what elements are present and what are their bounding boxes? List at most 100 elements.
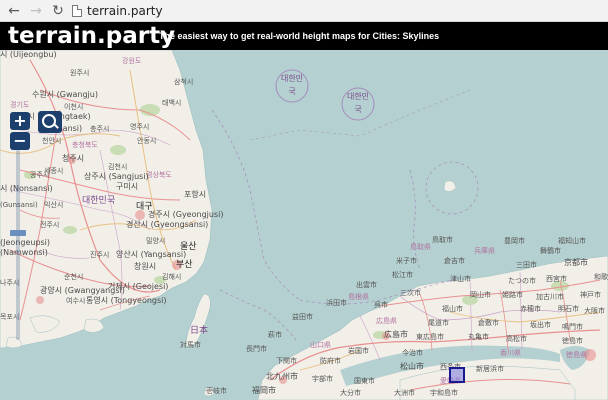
map-label: 防府市 <box>320 357 341 365</box>
map-label: 삼척시 <box>174 78 194 86</box>
zoom-out-button[interactable]: − <box>10 132 30 150</box>
map-label: 益田市 <box>292 313 313 321</box>
map-label: 出雲市 <box>356 281 377 289</box>
map-label: 창원시 <box>134 262 157 271</box>
map-label: 경기도 <box>10 101 30 109</box>
map-label: 広島県 <box>376 317 397 325</box>
map-label: 진주시 <box>90 251 110 259</box>
map-label: 倉敷市 <box>478 319 499 327</box>
address-bar[interactable]: terrain.party <box>87 3 163 19</box>
map-label: 日本 <box>190 326 209 336</box>
map-label: 広島市 <box>384 330 408 339</box>
map-label: 시 (Uijeongbu) <box>0 50 57 59</box>
map-label: 大洲市 <box>394 389 415 397</box>
map-label: 坂出市 <box>530 321 551 329</box>
map-label: 赤穂市 <box>520 305 541 313</box>
map-label: 香川県 <box>500 349 521 357</box>
map-label: 新居浜市 <box>476 365 504 373</box>
reload-icon[interactable]: ↻ <box>50 3 66 19</box>
map-label: 国東市 <box>354 377 375 385</box>
zoom-slider-handle[interactable] <box>10 230 26 236</box>
map-label: 壱岐市 <box>206 387 227 395</box>
map-label: 松江市 <box>392 271 413 279</box>
site-header: terrain.party The easiest way to get rea… <box>0 22 608 50</box>
map-label: 강원도 <box>122 57 142 65</box>
map-label: 익산시 <box>44 201 64 209</box>
map-label: 呉市 <box>374 301 388 309</box>
map-label: 영주시 <box>130 123 150 131</box>
search-button[interactable] <box>38 111 62 133</box>
map-label: 明石市 <box>558 305 579 313</box>
map-label: 태백시 <box>162 99 182 107</box>
map-label: 鳥取県 <box>410 243 431 251</box>
map-label: 北九州市 <box>266 372 298 381</box>
map-label: 松山市 <box>400 362 424 371</box>
map-label: 大阪市 <box>584 307 605 315</box>
map-label: 米子市 <box>396 257 417 265</box>
map-label: 和歌山市 <box>594 273 608 281</box>
map-label: 岡山市 <box>470 291 491 299</box>
map-label: 西宮市 <box>546 275 567 283</box>
map-label: 충청북도 <box>72 141 98 149</box>
map-label: 高松市 <box>506 335 527 343</box>
zoom-slider[interactable] <box>8 150 28 340</box>
arrow-right-icon[interactable]: → <box>28 3 44 19</box>
map-label: 김해시 <box>162 273 182 281</box>
map-label: 순천시 <box>64 273 84 281</box>
page-icon <box>72 5 82 17</box>
map-label: 수원시 (Gwangju) <box>32 90 98 99</box>
map-label: 청주시 <box>62 154 85 163</box>
map-label: 今治市 <box>402 349 423 357</box>
map-label: たつの市 <box>508 277 536 285</box>
map-label: 福山市 <box>442 305 463 313</box>
map-label: 徳島県 <box>566 351 587 359</box>
map-label: 대한민국 <box>280 74 304 96</box>
map-label: 加古川市 <box>536 293 564 301</box>
map-label: 鳥取市 <box>432 236 453 244</box>
map-label: 尾道市 <box>428 319 449 327</box>
map-label: 여수시 <box>66 297 86 305</box>
map-label: 東広島市 <box>416 333 444 341</box>
map-canvas[interactable]: 시 (Uijeongbu) 강원도 원주시 삼척시 수원시 (Gwangju) … <box>0 50 608 400</box>
map-label: 下関市 <box>276 357 297 365</box>
map-label: 전주시 <box>40 221 60 229</box>
map-label: 宇部市 <box>312 375 333 383</box>
map-label: 島根県 <box>348 293 369 301</box>
map-label: 豊岡市 <box>504 237 525 245</box>
map-label: 福岡市 <box>252 386 276 395</box>
map-label: 京都市 <box>564 258 588 267</box>
map-label: 경산시 (Gyeongsansi) <box>126 220 209 229</box>
map-label: 山口県 <box>310 341 331 349</box>
browser-toolbar: ← → ↻ terrain.party <box>0 0 608 22</box>
map-label: 姫路市 <box>502 291 523 299</box>
map-label: 거제시 (Geojesi) <box>108 282 169 291</box>
map-label: 三田市 <box>516 261 537 269</box>
map-label: 兵庫県 <box>474 247 495 255</box>
site-logo[interactable]: terrain.party <box>8 22 175 50</box>
map-label: 안동시 <box>137 137 157 145</box>
selection-box[interactable] <box>449 367 465 383</box>
zoom-in-button[interactable]: + <box>10 112 30 130</box>
map-label: 浜田市 <box>326 299 347 307</box>
map-label: 양산시 (Yangsansi) <box>116 250 187 259</box>
map-label: 丸亀市 <box>468 333 489 341</box>
map-label: 岩国市 <box>348 347 369 355</box>
site-tagline: The easiest way to get real-world height… <box>159 31 440 41</box>
map-label: 상주시 (Sangjusi) <box>84 172 149 181</box>
map-label: 밀양시 <box>146 237 166 245</box>
map-label: 구미시 <box>116 182 139 191</box>
map-label: 徳島市 <box>562 337 583 345</box>
map-label: 원주시 <box>70 69 90 77</box>
map-label: 対馬市 <box>180 341 201 349</box>
map-label: 경주시 (Gyeongjusi) <box>148 210 224 219</box>
map-label: 통영시 (Tongyeongsi) <box>86 296 167 305</box>
map-label: 김천시 <box>108 163 128 171</box>
map-label: 대한민국 <box>346 92 370 114</box>
map-label: 천안시 <box>42 137 62 145</box>
map-label: 三次市 <box>400 289 421 297</box>
map-label: 공주시 <box>30 171 50 179</box>
map-label: 大分市 <box>340 389 361 397</box>
zoom-slider-track <box>16 150 20 340</box>
arrow-left-icon[interactable]: ← <box>6 3 22 19</box>
map-label: 이천시 <box>64 103 84 111</box>
